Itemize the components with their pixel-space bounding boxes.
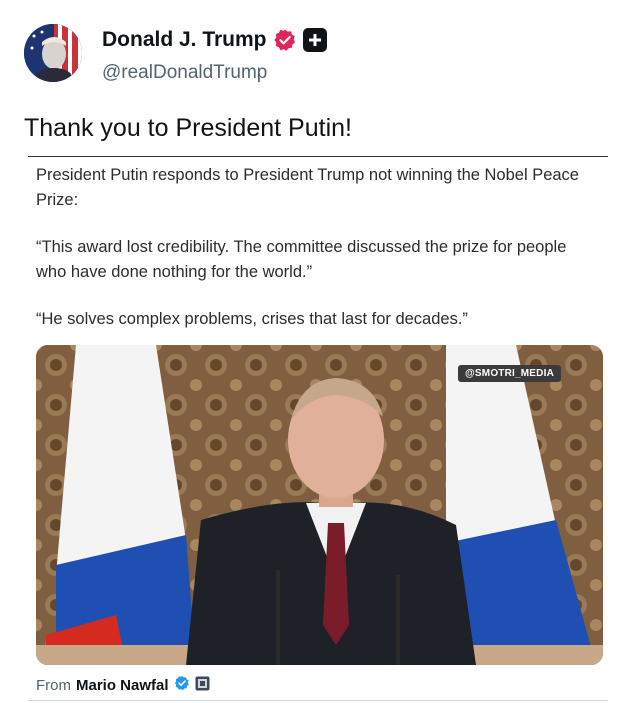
quoted-post-body: President Putin responds to President Tr… — [36, 163, 596, 354]
source-name[interactable]: Mario Nawfal — [76, 677, 169, 694]
avatar[interactable] — [24, 24, 82, 82]
quote-paragraph: “He solves complex problems, crises that… — [36, 310, 468, 328]
affiliation-badge-icon — [195, 676, 210, 695]
verified-badge-icon — [174, 675, 190, 695]
video-frame — [36, 345, 603, 665]
source-prefix: From — [36, 676, 71, 694]
video-watermark: @SMOTRI_MEDIA — [457, 365, 561, 382]
quote-paragraph: President Putin responds to President Tr… — [36, 166, 579, 209]
author-name-row: Donald J. Trump — [102, 28, 327, 52]
avatar-image — [24, 24, 82, 82]
author-display-name[interactable]: Donald J. Trump — [102, 28, 267, 52]
quoted-post-card[interactable]: President Putin responds to President Tr… — [28, 156, 608, 703]
quote-paragraph: “This award lost credibility. The commit… — [36, 238, 567, 281]
divider — [28, 700, 608, 701]
post-text: Thank you to President Putin! — [24, 114, 352, 142]
affiliation-plus-icon[interactable] — [302, 28, 327, 52]
verified-badge-icon[interactable] — [273, 28, 297, 52]
quoted-post-video[interactable]: @SMOTRI_MEDIA — [36, 345, 603, 665]
author-handle[interactable]: @realDonaldTrump — [102, 62, 267, 84]
quote-source-row: From Mario Nawfal — [36, 675, 210, 695]
